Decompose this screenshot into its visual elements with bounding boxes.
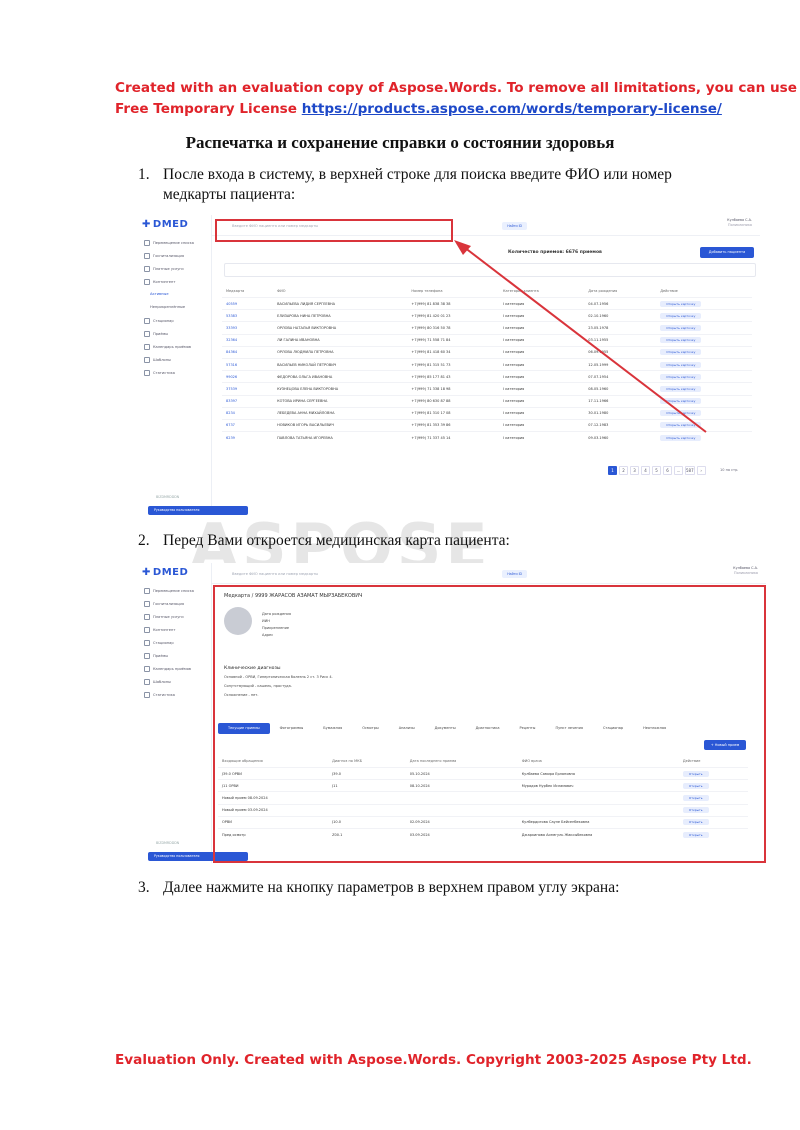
- wallet-icon: [144, 614, 150, 620]
- dmed-logo: ✚ DMED: [142, 567, 189, 578]
- sidebar-item[interactable]: Статистика: [144, 692, 175, 698]
- evaluation-footer: Evaluation Only. Created with Aspose.Wor…: [115, 1052, 752, 1068]
- step-text: Перед Вами откроется медицинская карта п…: [163, 532, 510, 549]
- list-icon: [144, 588, 150, 594]
- calendar-icon: [144, 666, 150, 672]
- sidebar-item[interactable]: Шаблоны: [144, 679, 171, 685]
- step-text: Далее нажмите на кнопку параметров в вер…: [163, 879, 620, 896]
- search-input[interactable]: Введите ФИО пациента или номер медкарты …: [226, 566, 532, 582]
- workspace-label: BIZDMRDDDN: [156, 841, 180, 845]
- hospital-icon: [144, 640, 150, 646]
- search-button[interactable]: Найти ID: [502, 570, 527, 578]
- template-icon: [144, 679, 150, 685]
- users-icon: [144, 627, 150, 633]
- step-number: 3.: [138, 879, 150, 896]
- sidebar-item[interactable]: Госпитализация: [144, 601, 184, 607]
- sidebar: ✚ DMED Перемещение списка Госпитализация …: [138, 563, 212, 863]
- sidebar-item[interactable]: Приёмы: [144, 653, 168, 659]
- user-menu[interactable]: Кулбаева С.А. Поликлиника: [733, 566, 758, 576]
- top-bar: Введите ФИО пациента или номер медкарты …: [212, 563, 766, 584]
- stethoscope-icon: [144, 653, 150, 659]
- bed-icon: [144, 601, 150, 607]
- chart-icon: [144, 692, 150, 698]
- sidebar-item[interactable]: Календарь приёмов: [144, 666, 191, 672]
- sidebar-item[interactable]: Стационар: [144, 640, 174, 646]
- step-number: 2.: [138, 532, 150, 549]
- sidebar-item[interactable]: Перемещение списка: [144, 588, 194, 594]
- sidebar-item[interactable]: Контингент: [144, 627, 175, 633]
- sidebar-item[interactable]: Платные услуги: [144, 614, 184, 620]
- medical-card-highlight: [213, 585, 766, 863]
